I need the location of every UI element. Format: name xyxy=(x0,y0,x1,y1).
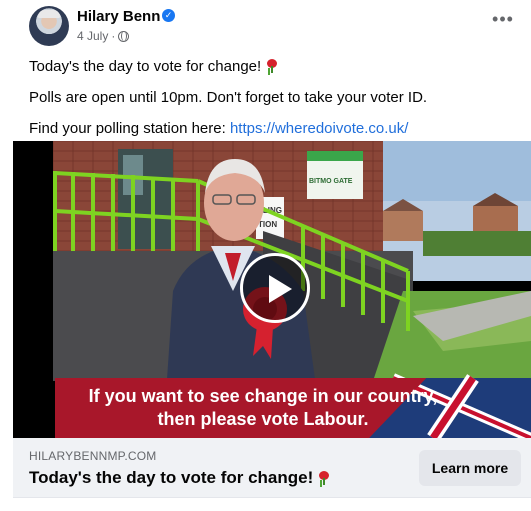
post-header: Hilary Benn ✓ 4 July · ••• xyxy=(29,6,521,48)
building-sign-text: BITMO GATE xyxy=(309,178,353,185)
post-line-1-text: Today's the day to vote for change! xyxy=(29,58,262,75)
polling-station-link[interactable]: https://wheredoivote.co.uk/ xyxy=(230,120,408,137)
globe-icon xyxy=(118,30,130,42)
post-line-3-text: Find your polling station here: xyxy=(29,120,226,137)
post-text: Today's the day to vote for change! Poll… xyxy=(29,57,519,150)
meta-separator: · xyxy=(111,29,116,43)
post-card: Hilary Benn ✓ 4 July · ••• Today's the d… xyxy=(0,0,531,511)
author-name[interactable]: Hilary Benn xyxy=(77,8,160,25)
post-line-1: Today's the day to vote for change! xyxy=(29,57,519,77)
verified-badge-icon: ✓ xyxy=(162,9,175,22)
post-meta: 4 July · xyxy=(77,29,130,43)
rose-emoji-icon xyxy=(265,59,279,73)
rose-emoji-icon xyxy=(317,471,331,485)
more-options-icon[interactable]: ••• xyxy=(491,10,515,32)
post-line-2: Polls are open until 10pm. Don't forget … xyxy=(29,89,428,106)
author-avatar[interactable] xyxy=(29,6,69,46)
video-player[interactable]: BITMO GATE LLING TION If you want to see… xyxy=(13,141,531,438)
caption-line-2: then please vote Labour. xyxy=(157,409,369,429)
preview-title-text: Today's the day to vote for change! xyxy=(29,468,314,487)
preview-title: Today's the day to vote for change! xyxy=(29,468,331,488)
post-date[interactable]: 4 July xyxy=(77,29,108,43)
preview-domain: HILARYBENNMP.COM xyxy=(29,449,157,463)
play-icon[interactable] xyxy=(240,253,310,323)
post-line-3: Find your polling station here: https://… xyxy=(29,119,519,139)
svg-text:TION: TION xyxy=(258,220,277,229)
learn-more-button[interactable]: Learn more xyxy=(419,450,521,486)
caption-line-1: If you want to see change in our country… xyxy=(88,386,438,406)
video-caption: If you want to see change in our country… xyxy=(63,385,463,431)
link-preview[interactable]: HILARYBENNMP.COM Today's the day to vote… xyxy=(13,438,531,498)
